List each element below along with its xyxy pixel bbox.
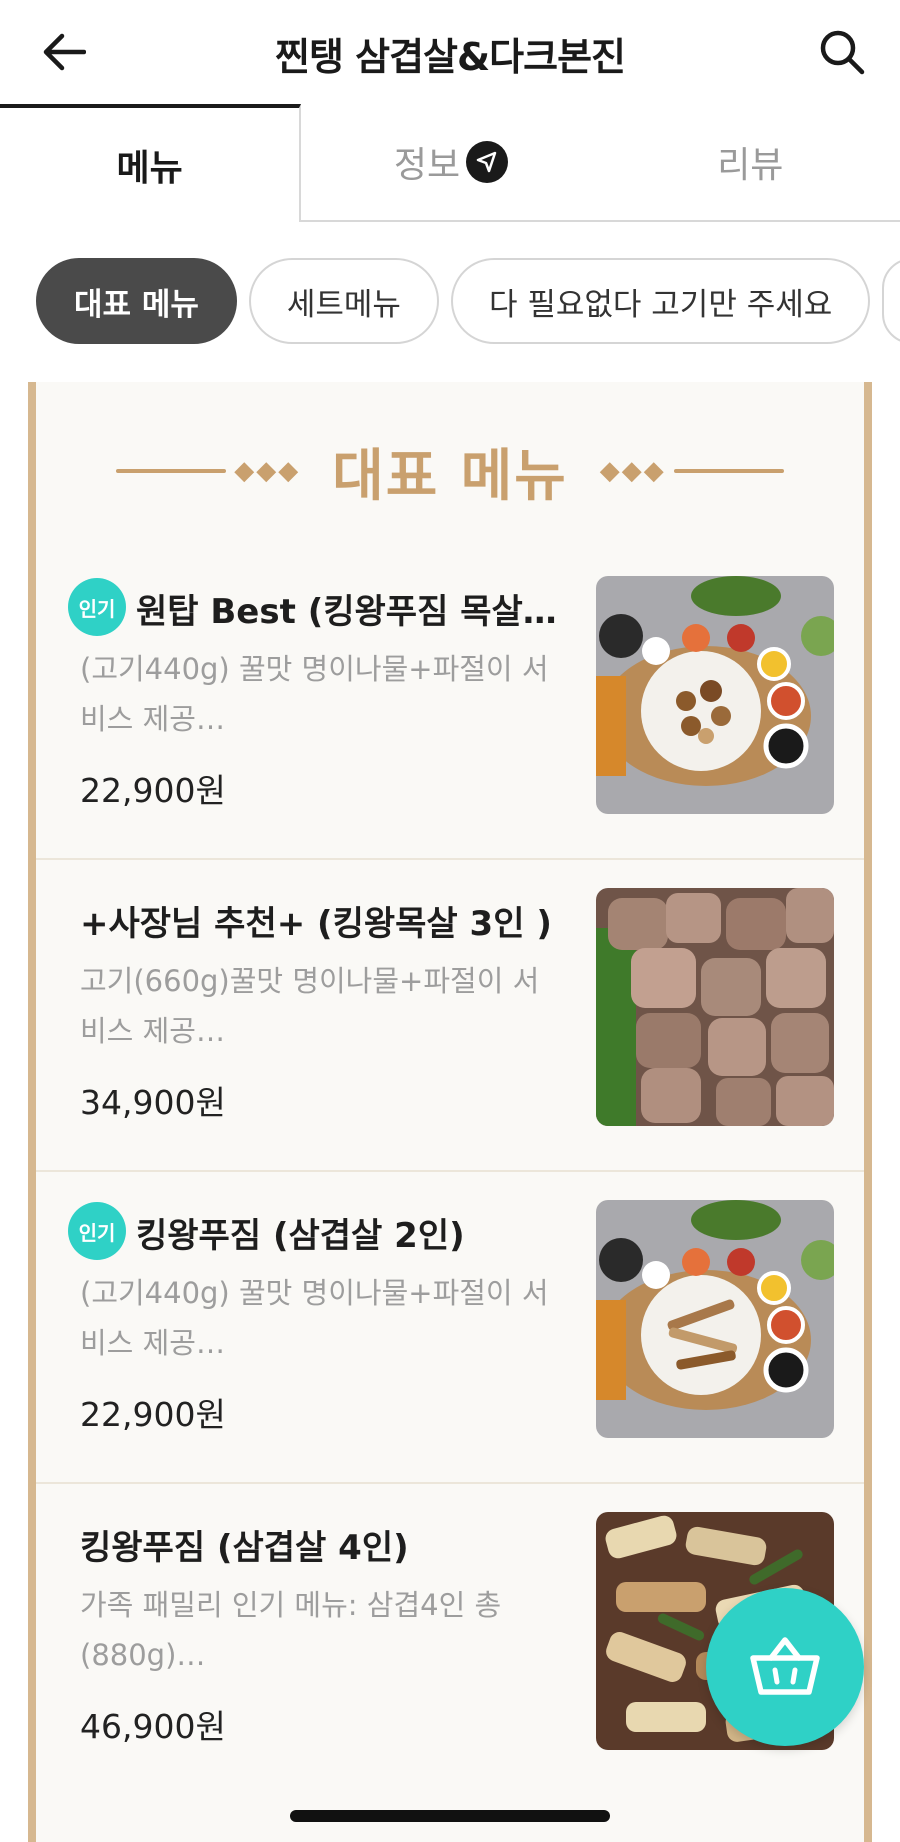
cart-button[interactable] xyxy=(706,1588,864,1746)
menu-item[interactable]: 인기 킹왕푸짐 (삼겹살 2인) (고기440g) 꿀맛 명이나물+파절이 서비… xyxy=(36,1172,864,1484)
chip-meat-only[interactable]: 다 필요없다 고기만 주세요 xyxy=(450,258,871,344)
home-indicator xyxy=(290,1810,610,1822)
menu-item-price: 22,900원 xyxy=(80,771,226,810)
menu-item-price: 34,900원 xyxy=(80,1083,226,1122)
menu-item-photo xyxy=(596,1200,834,1438)
menu-item-name: 원탑 Best (킹왕푸짐 목살… xyxy=(136,592,557,632)
menu-item-photo xyxy=(596,888,834,1126)
menu-item[interactable]: 인기 원탑 Best (킹왕푸짐 목살… (고기440g) 꿀맛 명이나물+파절… xyxy=(36,548,864,860)
chip-set-menu[interactable]: 세트메뉴 xyxy=(248,258,439,344)
menu-item-desc: 고기(660g)꿀맛 명이나물+파절이 서비스 제공… xyxy=(80,964,540,1048)
ornament-left: ◆◆◆ xyxy=(116,456,308,486)
menu-item-price: 46,900원 xyxy=(80,1707,226,1746)
chip-more[interactable] xyxy=(882,258,900,344)
category-chips: 대표 메뉴 세트메뉴 다 필요없다 고기만 주세요 xyxy=(36,258,900,344)
tab-info[interactable]: 정보 xyxy=(301,104,601,222)
search-icon xyxy=(820,30,865,75)
menu-item-name: 킹왕푸짐 (삼겹살 4인) xyxy=(80,1528,409,1568)
menu-item-desc: 가족 패밀리 인기 메뉴: 삼겹4인 총 (880g)… xyxy=(80,1588,502,1672)
navigation-icon xyxy=(466,141,509,183)
page-title: 찐탱 삼겹살&다크본진 xyxy=(274,35,626,79)
menu-item-photo xyxy=(596,576,834,814)
menu-item-price: 22,900원 xyxy=(80,1395,226,1434)
tab-reviews[interactable]: 리뷰 xyxy=(600,104,900,222)
menu-item[interactable]: +사장님 추천+ (킹왕목살 3인 ) 고기(660g)꿀맛 명이나물+파절이 … xyxy=(36,860,864,1172)
tab-label: 메뉴 xyxy=(116,148,183,189)
popular-badge: 인기 xyxy=(68,1202,126,1260)
tab-bar: 메뉴 정보 리뷰 xyxy=(0,104,900,222)
menu-item-desc: (고기440g) 꿀맛 명이나물+파절이 서비스 제공… xyxy=(80,652,549,736)
menu-item-name: +사장님 추천+ (킹왕목살 3인 ) xyxy=(80,904,552,944)
tab-menu[interactable]: 메뉴 xyxy=(0,104,302,222)
search-button[interactable] xyxy=(814,24,870,80)
tab-label: 리뷰 xyxy=(717,145,784,186)
menu-item-desc: (고기440g) 꿀맛 명이나물+파절이 서비스 제공… xyxy=(80,1276,549,1360)
menu-item-name: 킹왕푸짐 (삼겹살 2인) xyxy=(136,1216,465,1256)
section-title: 대표 메뉴 xyxy=(332,443,568,509)
app-header: 찐탱 삼겹살&다크본진 xyxy=(0,0,900,104)
cart-icon xyxy=(750,1637,820,1695)
chip-signature-menu[interactable]: 대표 메뉴 xyxy=(36,258,237,344)
section-header: ◆◆◆ 대표 메뉴 ◆◆◆ xyxy=(36,436,864,509)
popular-badge: 인기 xyxy=(68,578,126,636)
ornament-right: ◆◆◆ xyxy=(592,456,784,486)
tab-label: 정보 xyxy=(393,145,461,186)
